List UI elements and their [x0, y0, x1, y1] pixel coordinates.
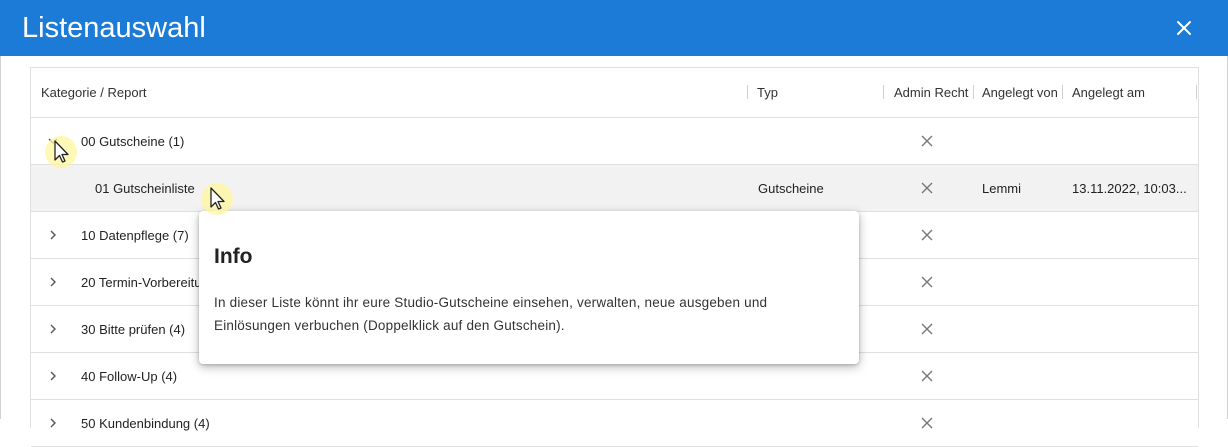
info-popup-text-line: In dieser Liste könnt ihr eure Studio-Gu…: [214, 295, 768, 310]
window-left-edge: [0, 0, 1, 419]
column-header-kategorie[interactable]: Kategorie / Report: [41, 68, 147, 117]
admin-recht-x-icon: [921, 182, 933, 194]
row-label: 40 Follow-Up (4): [81, 368, 178, 384]
info-popup-text-line: Einlösungen verbuchen (Doppelklick auf d…: [214, 318, 565, 333]
column-separator[interactable]: [973, 85, 974, 99]
chevron-right-icon[interactable]: [45, 415, 61, 431]
admin-recht-x-icon: [921, 370, 933, 382]
chevron-right-icon[interactable]: [45, 227, 61, 243]
chevron-right-icon[interactable]: [45, 321, 61, 337]
row-label: 30 Bitte prüfen (4): [81, 321, 186, 337]
close-button[interactable]: [1168, 12, 1200, 44]
table-row-group[interactable]: 00 Gutscheine (1): [31, 118, 1198, 165]
chevron-right-icon[interactable]: [45, 274, 61, 290]
row-label: 50 Kundenbindung (4): [81, 415, 210, 431]
admin-recht-x-icon: [921, 276, 933, 288]
row-typ: Gutscheine: [758, 180, 824, 196]
column-header-typ[interactable]: Typ: [757, 68, 778, 117]
admin-recht-x-icon: [921, 417, 933, 429]
column-separator[interactable]: [883, 85, 884, 99]
row-angelegt-am: 13.11.2022, 10:03...: [1072, 180, 1187, 196]
dialog-header: Listenauswahl: [0, 0, 1228, 56]
row-angelegt-von: Lemmi: [982, 180, 1022, 196]
column-header-admin-recht[interactable]: Admin Recht: [894, 68, 968, 117]
admin-recht-x-icon: [921, 135, 933, 147]
info-popup-title: Info: [214, 245, 253, 268]
table-row-group[interactable]: 50 Kundenbindung (4): [31, 400, 1198, 447]
admin-recht-x-icon: [921, 323, 933, 335]
dialog-title: Listenauswahl: [22, 12, 206, 44]
row-label: 00 Gutscheine (1): [81, 133, 185, 149]
column-separator[interactable]: [1196, 85, 1197, 99]
grid-header: Kategorie / Report Typ Admin Recht Angel…: [31, 68, 1198, 118]
close-icon: [1177, 21, 1191, 35]
chevron-down-icon[interactable]: [45, 133, 61, 149]
column-separator[interactable]: [1062, 85, 1063, 99]
chevron-right-icon[interactable]: [45, 368, 61, 384]
info-popup: Info In dieser Liste könnt ihr eure Stud…: [199, 211, 859, 364]
row-label: 10 Datenpflege (7): [81, 227, 189, 243]
info-popup-text: In dieser Liste könnt ihr eure Studio-Gu…: [214, 291, 834, 337]
table-row-report[interactable]: 01 Gutscheinliste Gutscheine Lemmi 13.11…: [31, 165, 1198, 212]
row-label: 20 Termin-Vorbereitung: [81, 274, 216, 290]
column-separator[interactable]: [747, 85, 748, 99]
column-header-angelegt-am[interactable]: Angelegt am: [1072, 68, 1145, 117]
row-label: 01 Gutscheinliste: [95, 180, 195, 196]
column-header-angelegt-von[interactable]: Angelegt von: [982, 68, 1058, 117]
admin-recht-x-icon: [921, 229, 933, 241]
